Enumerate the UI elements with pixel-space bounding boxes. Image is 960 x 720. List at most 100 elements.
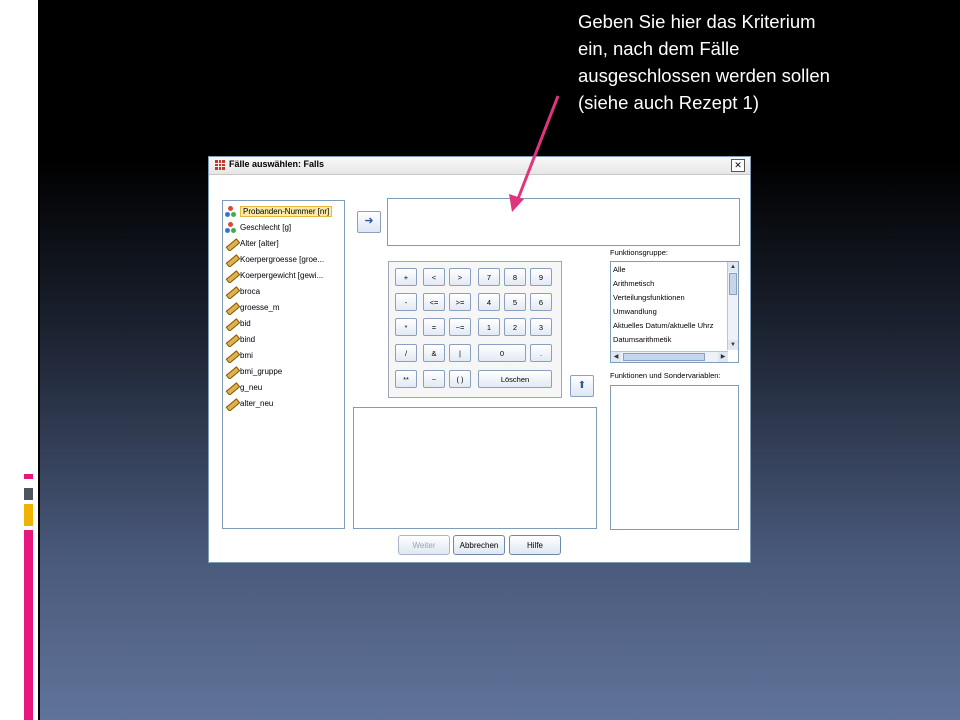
variable-item[interactable]: bid (225, 316, 340, 331)
ruler-icon (225, 382, 241, 395)
scroll-right-arrow-icon[interactable]: ▶ (718, 352, 728, 362)
variable-item[interactable]: bind (225, 332, 340, 347)
key-9[interactable]: 9 (530, 268, 552, 286)
function-description-box (353, 407, 597, 529)
variable-label: alter_neu (240, 399, 274, 408)
condition-expression-input[interactable] (387, 198, 740, 246)
variable-item[interactable]: broca (225, 284, 340, 299)
scroll-down-arrow-icon[interactable]: ▼ (728, 340, 738, 350)
key-plus[interactable]: + (395, 268, 417, 286)
continue-button[interactable]: Weiter (398, 535, 450, 555)
key-equals[interactable]: = (423, 318, 445, 336)
ruler-icon (225, 334, 241, 347)
key-1[interactable]: 1 (478, 318, 500, 336)
variable-label: broca (240, 287, 261, 296)
variable-item[interactable]: Probanden-Nummer [nr] (225, 204, 340, 219)
hscroll-thumb[interactable] (623, 353, 705, 361)
variable-item[interactable]: alter_neu (225, 396, 340, 411)
key-5[interactable]: 5 (504, 293, 526, 311)
key-6[interactable]: 6 (530, 293, 552, 311)
ruler-icon (225, 302, 241, 315)
variable-label: bid (240, 319, 251, 328)
key-greater-equal[interactable]: >= (449, 293, 471, 311)
variable-label: bmi_gruppe (240, 367, 283, 376)
key-less-equal[interactable]: <= (423, 293, 445, 311)
function-group-item[interactable]: Verteilungsfunktionen (613, 293, 685, 302)
ruler-icon (225, 366, 241, 379)
deco-strip-upper (24, 0, 38, 474)
function-group-vscrollbar[interactable]: ▲ ▼ (727, 262, 738, 350)
variable-label: groesse_m (240, 303, 280, 312)
deco-accent-gray (24, 488, 33, 500)
key-or[interactable]: | (449, 344, 471, 362)
ruler-icon (225, 270, 241, 283)
callout-line-1: Geben Sie hier das Kriterium (578, 11, 816, 32)
functions-list[interactable] (610, 385, 739, 530)
key-not-equal[interactable]: ~= (449, 318, 471, 336)
function-group-item[interactable]: Arithmetisch (613, 279, 654, 288)
help-button[interactable]: Hilfe (509, 535, 561, 555)
ruler-icon (225, 286, 241, 299)
ruler-icon (225, 318, 241, 331)
key-divide[interactable]: / (395, 344, 417, 362)
ruler-icon (225, 254, 241, 267)
key-power[interactable]: ** (395, 370, 417, 388)
cancel-button[interactable]: Abbrechen (453, 535, 505, 555)
ruler-icon (225, 238, 241, 251)
variable-item[interactable]: bmi (225, 348, 340, 363)
variable-item[interactable]: Geschlecht [g] (225, 220, 340, 235)
deco-divider (38, 0, 40, 720)
key-2[interactable]: 2 (504, 318, 526, 336)
calculator-keypad: + < > 7 8 9 - <= >= 4 5 6 * = ~= 1 2 3 /… (388, 261, 562, 398)
variable-item[interactable]: Alter [alter] (225, 236, 340, 251)
deco-accent-pink (24, 474, 33, 479)
deco-accent-pink-long (24, 530, 33, 720)
ruler-icon (225, 350, 241, 363)
spss-app-icon (215, 160, 225, 170)
key-not[interactable]: ~ (423, 370, 445, 388)
move-to-expression-button[interactable]: ➜ (357, 211, 381, 233)
key-clear[interactable]: Löschen (478, 370, 552, 388)
function-group-list[interactable]: ▲ ▼ ◀ ▶ Alle Arithmetisch Verteilungsfunkt… (610, 261, 739, 363)
vscroll-thumb[interactable] (729, 273, 737, 295)
key-minus[interactable]: - (395, 293, 417, 311)
variable-item[interactable]: groesse_m (225, 300, 340, 315)
callout-text: Geben Sie hier das Kriterium ein, nach d… (578, 8, 898, 116)
key-greater-than[interactable]: > (449, 268, 471, 286)
nominal-variable-icon (225, 206, 237, 218)
nominal-variable-icon (225, 222, 237, 234)
key-8[interactable]: 8 (504, 268, 526, 286)
key-and[interactable]: & (423, 344, 445, 362)
key-multiply[interactable]: * (395, 318, 417, 336)
variable-label: bind (240, 335, 256, 344)
variable-label: Alter [alter] (240, 239, 279, 248)
dialog-titlebar[interactable]: Fälle auswählen: Falls ✕ (209, 157, 750, 175)
function-group-item[interactable]: Datumsarithmetik (613, 335, 671, 344)
scroll-left-arrow-icon[interactable]: ◀ (611, 352, 621, 362)
key-7[interactable]: 7 (478, 268, 500, 286)
variable-item[interactable]: bmi_gruppe (225, 364, 340, 379)
function-group-item[interactable]: Aktuelles Datum/aktuelle Uhrz (613, 321, 713, 330)
function-group-item[interactable]: Alle (613, 265, 626, 274)
function-group-hscrollbar[interactable]: ◀ ▶ (611, 351, 728, 362)
functions-label: Funktionen und Sondervariablen: (610, 371, 721, 380)
variable-label: Probanden-Nummer [nr] (240, 206, 333, 217)
insert-function-button[interactable]: ⬆ (570, 375, 594, 397)
scroll-up-arrow-icon[interactable]: ▲ (728, 262, 738, 272)
close-button[interactable]: ✕ (731, 159, 745, 172)
key-0[interactable]: 0 (478, 344, 526, 362)
variable-list[interactable]: Probanden-Nummer [nr] Geschlecht [g] Alter… (222, 200, 345, 529)
variable-item[interactable]: Koerpergewicht [gewi... (225, 268, 340, 283)
callout-line-4: (siehe auch Rezept 1) (578, 92, 759, 113)
variable-item[interactable]: g_neu (225, 380, 340, 395)
function-group-item[interactable]: Umwandlung (613, 307, 657, 316)
key-decimal-point[interactable]: . (530, 344, 552, 362)
key-3[interactable]: 3 (530, 318, 552, 336)
key-4[interactable]: 4 (478, 293, 500, 311)
dialog-title: Fälle auswählen: Falls (229, 159, 325, 169)
variable-item[interactable]: Koerpergroesse [groe... (225, 252, 340, 267)
variable-label: Geschlecht [g] (240, 223, 292, 232)
key-less-than[interactable]: < (423, 268, 445, 286)
key-parentheses[interactable]: ( ) (449, 370, 471, 388)
arrow-up-icon: ⬆ (577, 380, 587, 391)
